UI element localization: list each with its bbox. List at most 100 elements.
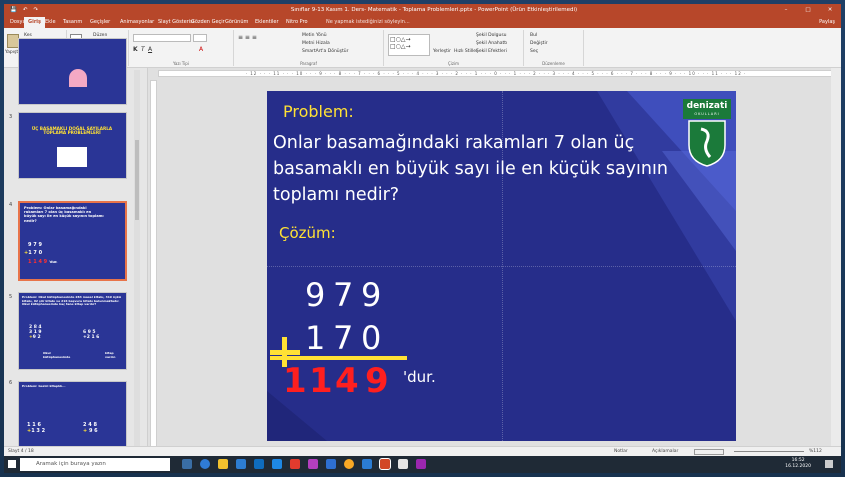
file-explorer-icon[interactable] (218, 459, 228, 469)
thumb3-title: ÜÇ BASAMAKLI DOĞAL SAYILARLA TOPLAMA PRO… (31, 126, 113, 136)
select-button[interactable]: Seç (530, 49, 538, 54)
tab-10[interactable]: Nitro Pro (282, 17, 312, 28)
view-buttons[interactable] (694, 449, 724, 455)
start-icon[interactable] (8, 460, 16, 468)
thumb5-caption1: Okul kütüphanesinde (43, 351, 71, 360)
chrome-icon[interactable] (344, 459, 354, 469)
app-icon-violet[interactable] (416, 459, 426, 469)
align-text-button[interactable]: Metni Hizala (302, 41, 330, 46)
powerpoint-icon[interactable] (379, 458, 391, 470)
slide-number-3: 3 (9, 114, 13, 120)
zoom-level[interactable]: %112 (809, 447, 822, 456)
font-color-icon[interactable]: A (199, 46, 203, 53)
drawing-group: □○△→ □○△→ Yerleştir Hızlı Stiller Şekil D… (384, 30, 524, 66)
smartart-button[interactable]: SmartArt'a Dönüştür (302, 49, 348, 54)
desktop-frame: 💾 ↶ ↷ Sınıflar 9-13 Kasım 1. Ders- Matem… (0, 0, 845, 477)
underline-icon[interactable]: A (148, 46, 152, 53)
quick-styles-button[interactable]: Hızlı Stiller (454, 49, 478, 54)
tab-8[interactable]: Görünüm (221, 17, 252, 28)
thumbnail-scrollbar[interactable] (134, 70, 140, 450)
store-icon[interactable] (236, 459, 246, 469)
powerpoint-window: 💾 ↶ ↷ Sınıflar 9-13 Kasım 1. Ders- Matem… (4, 4, 841, 473)
addend1-digit-hundreds: 9 (305, 276, 326, 314)
slide-thumbnail-4[interactable]: Problem: Onlar basamağındaki rakamları 7… (18, 201, 127, 281)
maximize-icon[interactable]: □ (797, 4, 819, 17)
font-name-box[interactable] (133, 34, 191, 42)
figure-icon (69, 69, 87, 87)
find-button[interactable]: Bul (530, 33, 537, 38)
sum-digit-ones: 9 (365, 361, 389, 401)
solution-label: Çözüm: (279, 224, 336, 242)
shapes-gallery[interactable]: □○△→ □○△→ (388, 34, 430, 56)
addend1-digit-ones: 9 (361, 276, 382, 314)
font-size-box[interactable] (193, 34, 207, 42)
thumb3-image (57, 147, 87, 167)
photos-icon[interactable] (272, 459, 282, 469)
tab-3[interactable]: Tasarım (59, 17, 86, 28)
minimize-icon[interactable]: – (775, 4, 797, 17)
editing-group-label: Düzenleme (542, 61, 565, 66)
bullets-icon[interactable]: ≡ ≡ ≡ (238, 34, 257, 41)
save-icon[interactable]: 💾 (10, 4, 17, 17)
app-icon-red[interactable] (290, 459, 300, 469)
thumb5-col2: 6 9 5 +2 1 6 (83, 330, 100, 340)
current-slide[interactable]: Problem: Onlar basamağındaki rakamları 7… (267, 91, 736, 441)
word-icon[interactable] (362, 459, 372, 469)
thumb4-sum: 1 1 4 9 'dur. (28, 259, 58, 265)
thumb5-col1: 2 8 43 1 9 +9 2 (29, 325, 42, 340)
tab-2[interactable]: Ekle (41, 17, 60, 28)
thumb6-col2: 2 4 8 + 9 6 (83, 422, 98, 434)
app-icon-white[interactable] (398, 459, 408, 469)
app-icon-blue[interactable] (326, 459, 336, 469)
bold-icon[interactable]: K (133, 46, 138, 53)
slide-thumbnail-3[interactable]: ÜÇ BASAMAKLI DOĞAL SAYILARLA TOPLAMA PRO… (18, 112, 127, 179)
thumb4-addend2: +1 7 0 (24, 250, 43, 256)
mail-icon[interactable] (254, 459, 264, 469)
thumb6-col1: 1 1 6 +1 3 2 (27, 422, 46, 434)
slide-thumbnail-2[interactable] (18, 38, 127, 105)
ribbon: Yapıştır Kes Kopyala Biçim Boyacısı Pano… (4, 28, 841, 68)
thumb5-caption2: kitap vardır. (105, 351, 116, 360)
zoom-slider[interactable] (734, 451, 804, 452)
share-button[interactable]: Paylaş (819, 17, 835, 28)
editor-scrollbar[interactable] (831, 68, 841, 458)
font-group-label: Yazı Tipi (173, 61, 189, 66)
problem-label: Problem: (283, 102, 354, 121)
undo-icon[interactable]: ↶ (23, 4, 28, 17)
redo-icon[interactable]: ↷ (33, 4, 38, 17)
tab-4[interactable]: Geçişler (86, 17, 114, 28)
thumb5-text: Problem: Okul kütüphanesinde 284 masal k… (22, 295, 122, 307)
shape-effects-button[interactable]: Şekil Efektleri (476, 49, 507, 54)
text-direction-button[interactable]: Metin Yönü (302, 33, 327, 38)
replace-button[interactable]: Değiştir (530, 41, 548, 46)
thumb4-text: Problem: Onlar basamağındaki rakamları 7… (24, 206, 104, 223)
taskbar-search-input[interactable]: Aramak için buraya yazın (20, 458, 170, 471)
logo-text: denizati (686, 101, 728, 111)
tab-9[interactable]: Eklentiler (251, 17, 283, 28)
system-clock[interactable]: 16:52 16.12.2020 (785, 458, 811, 470)
tab-5[interactable]: Animasyonlar (116, 17, 158, 28)
horizontal-ruler: · 12 · · · 11 · · · 10 · · · 9 · · · 8 ·… (158, 70, 834, 77)
notes-button[interactable]: Notlar (614, 447, 628, 456)
thumbnail-scroll-thumb[interactable] (135, 140, 139, 220)
addend1-digit-tens: 7 (333, 276, 354, 314)
editing-group: Bul Değiştir Seç Düzenleme (524, 30, 584, 66)
window-title: Sınıflar 9-13 Kasım 1. Ders- Matematik -… (290, 7, 578, 13)
comments-button[interactable]: Açıklamalar (652, 447, 678, 456)
slide-thumbnail-5[interactable]: Problem: Okul kütüphanesinde 284 masal k… (18, 292, 127, 370)
ribbon-tabs: Dosya Giriş Ekle Tasarım Geçişler Animasyonla… (4, 17, 841, 28)
slide-thumbnail-6[interactable]: Problem: Gezici kitaplık... 1 1 6 +1 3 2 … (18, 381, 127, 456)
italic-icon[interactable]: T (141, 46, 145, 53)
app-icon-purple[interactable] (308, 459, 318, 469)
arrange-button[interactable]: Yerleştir (433, 49, 451, 54)
tell-me-search[interactable]: Ne yapmak istediğinizi söyleyin... (322, 17, 414, 28)
shape-outline-button[interactable]: Şekil Anahattı (476, 41, 507, 46)
task-view-icon[interactable] (182, 459, 192, 469)
notification-icon[interactable] (825, 460, 833, 468)
shape-fill-button[interactable]: Şekil Dolgusu (476, 33, 507, 38)
close-icon[interactable]: ✕ (819, 4, 841, 17)
edge-icon[interactable] (200, 459, 210, 469)
drawing-group-label: Çizim (447, 61, 459, 66)
clock-date: 16.12.2020 (785, 464, 811, 469)
thumb4-addend1: 9 7 9 (28, 242, 42, 248)
